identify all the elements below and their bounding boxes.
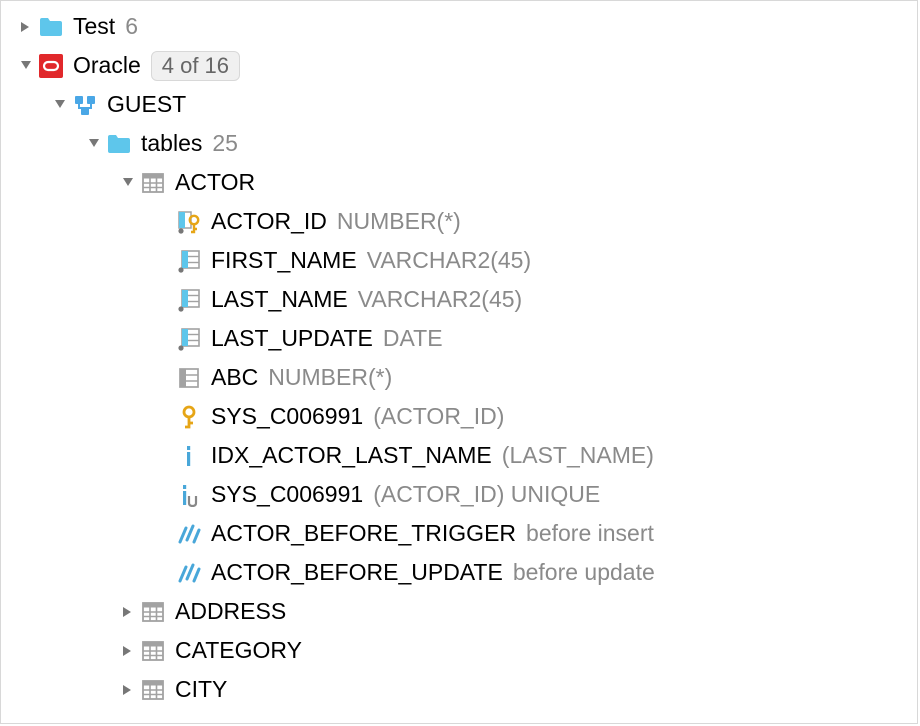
tree-count: 6 <box>125 13 138 40</box>
tree-item-oracle[interactable]: Oracle 4 of 16 <box>1 46 917 85</box>
tree-item-trigger-before-update[interactable]: ACTOR_BEFORE_UPDATE before update <box>1 553 917 592</box>
constraint-name: SYS_C006991 <box>211 403 363 430</box>
folder-icon <box>37 15 65 39</box>
tree-item-column-actor-id[interactable]: ACTOR_ID NUMBER(*) <box>1 202 917 241</box>
tree-item-column-first-name[interactable]: FIRST_NAME VARCHAR2(45) <box>1 241 917 280</box>
index-name: SYS_C006991 <box>211 481 363 508</box>
tree-item-index-lastname[interactable]: IDX_ACTOR_LAST_NAME (LAST_NAME) <box>1 436 917 475</box>
column-notnull-icon <box>175 327 203 351</box>
chevron-down-icon[interactable] <box>117 178 139 188</box>
tree-label: GUEST <box>107 91 186 118</box>
tree-item-constraint-pk[interactable]: SYS_C006991 (ACTOR_ID) <box>1 397 917 436</box>
trigger-detail: before insert <box>526 520 654 547</box>
column-name: FIRST_NAME <box>211 247 357 274</box>
index-name: IDX_ACTOR_LAST_NAME <box>211 442 492 469</box>
tree-item-guest[interactable]: GUEST <box>1 85 917 124</box>
trigger-detail: before update <box>513 559 655 586</box>
tree-item-trigger-before-insert[interactable]: ACTOR_BEFORE_TRIGGER before insert <box>1 514 917 553</box>
column-name: LAST_UPDATE <box>211 325 373 352</box>
index-icon <box>175 444 203 468</box>
database-tree: Test 6 Oracle 4 of 16 GUEST tables 25 AC… <box>0 0 918 724</box>
chevron-down-icon[interactable] <box>15 61 37 71</box>
chevron-right-icon[interactable] <box>117 646 139 656</box>
table-icon <box>139 639 167 663</box>
column-pk-icon <box>175 210 203 234</box>
tree-label: ACTOR <box>175 169 255 196</box>
column-name: LAST_NAME <box>211 286 348 313</box>
oracle-icon <box>37 54 65 78</box>
tree-label: ADDRESS <box>175 598 286 625</box>
tree-item-tables[interactable]: tables 25 <box>1 124 917 163</box>
tree-label: Test <box>73 13 115 40</box>
table-icon <box>139 678 167 702</box>
index-detail: (LAST_NAME) <box>502 442 654 469</box>
column-notnull-icon <box>175 288 203 312</box>
chevron-right-icon[interactable] <box>117 685 139 695</box>
chevron-right-icon[interactable] <box>117 607 139 617</box>
tree-item-address[interactable]: ADDRESS <box>1 592 917 631</box>
chevron-down-icon[interactable] <box>83 139 105 149</box>
tree-item-category[interactable]: CATEGORY <box>1 631 917 670</box>
key-icon <box>175 405 203 429</box>
tree-label: Oracle <box>73 52 141 79</box>
tree-item-column-last-name[interactable]: LAST_NAME VARCHAR2(45) <box>1 280 917 319</box>
column-type: NUMBER(*) <box>268 364 392 391</box>
trigger-name: ACTOR_BEFORE_TRIGGER <box>211 520 516 547</box>
tree-item-test[interactable]: Test 6 <box>1 7 917 46</box>
tree-label: tables <box>141 130 202 157</box>
table-icon <box>139 600 167 624</box>
column-type: DATE <box>383 325 443 352</box>
tree-label: CITY <box>175 676 227 703</box>
chevron-down-icon[interactable] <box>49 100 71 110</box>
trigger-icon <box>175 561 203 585</box>
constraint-detail: (ACTOR_ID) <box>373 403 504 430</box>
column-icon <box>175 366 203 390</box>
tree-item-column-abc[interactable]: ABC NUMBER(*) <box>1 358 917 397</box>
index-detail: (ACTOR_ID) UNIQUE <box>373 481 600 508</box>
tree-item-city[interactable]: CITY <box>1 670 917 709</box>
chevron-right-icon[interactable] <box>15 22 37 32</box>
column-notnull-icon <box>175 249 203 273</box>
column-name: ACTOR_ID <box>211 208 327 235</box>
column-type: NUMBER(*) <box>337 208 461 235</box>
column-type: VARCHAR2(45) <box>358 286 522 313</box>
folder-icon <box>105 132 133 156</box>
column-name: ABC <box>211 364 258 391</box>
table-icon <box>139 171 167 195</box>
schema-icon <box>71 93 99 117</box>
tree-count: 25 <box>212 130 238 157</box>
filter-badge: 4 of 16 <box>151 51 240 81</box>
column-type: VARCHAR2(45) <box>367 247 531 274</box>
trigger-name: ACTOR_BEFORE_UPDATE <box>211 559 503 586</box>
tree-item-actor[interactable]: ACTOR <box>1 163 917 202</box>
tree-item-index-unique[interactable]: SYS_C006991 (ACTOR_ID) UNIQUE <box>1 475 917 514</box>
trigger-icon <box>175 522 203 546</box>
index-unique-icon <box>175 483 203 507</box>
tree-item-column-last-update[interactable]: LAST_UPDATE DATE <box>1 319 917 358</box>
tree-label: CATEGORY <box>175 637 302 664</box>
